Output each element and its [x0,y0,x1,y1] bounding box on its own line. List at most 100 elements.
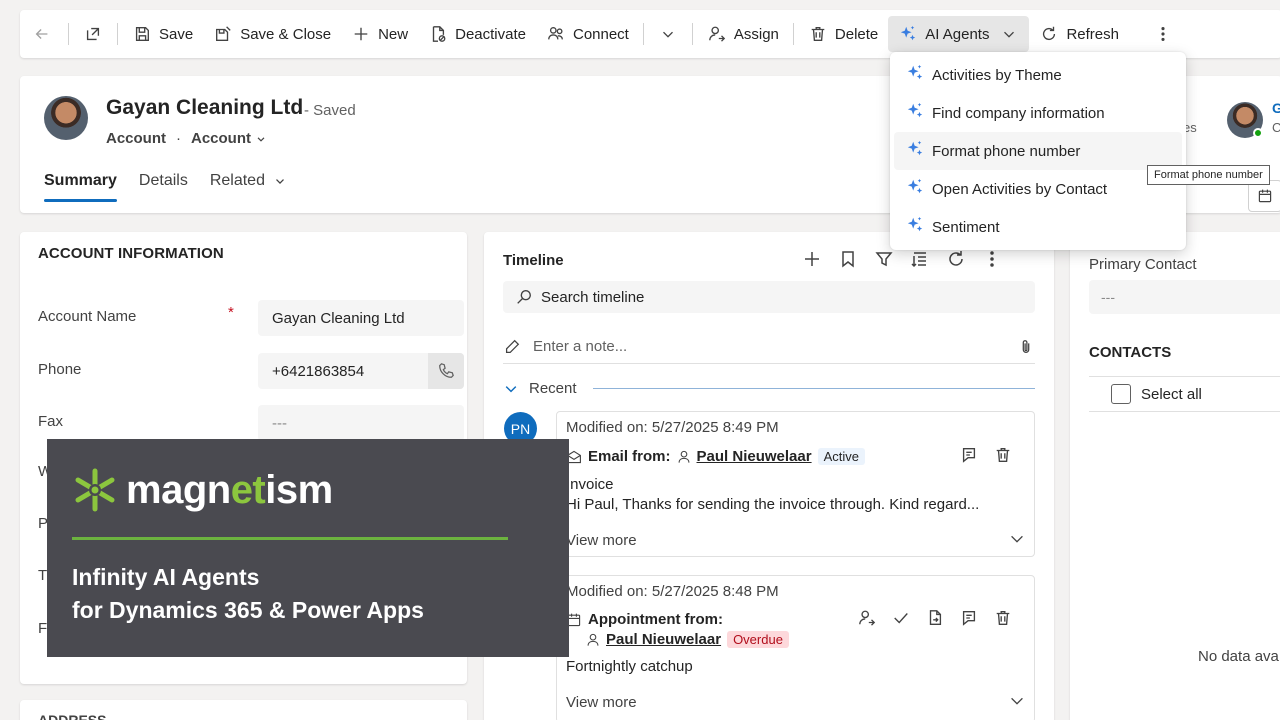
status-badge: Active [817,448,865,465]
record-subtitle: Account · Account [106,130,267,147]
assign-icon[interactable] [858,609,876,632]
delete-label: Delete [834,25,879,43]
note-input[interactable]: Enter a note... [503,330,1035,364]
account-name-input[interactable]: Gayan Cleaning Ltd [258,300,464,336]
entry-type: Appointment from: [588,611,723,628]
more-commands-button[interactable] [1143,16,1183,52]
owner-name-partial[interactable]: G [1272,100,1280,116]
connect-more-button[interactable] [648,16,688,52]
menu-item-sentiment[interactable]: Sentiment [894,208,1182,246]
menu-item-label: Format phone number [932,142,1081,160]
field-label: Fax [38,413,64,430]
chevron-down-icon[interactable] [1008,692,1026,715]
timeline-entry[interactable]: Modified on: 5/27/2025 8:49 PM Email fro… [556,411,1035,557]
tab-related[interactable]: Related [210,172,287,202]
save-button[interactable]: Save [122,16,203,52]
menu-item-label: Open Activities by Contact [932,180,1108,198]
connect-button[interactable]: Connect [536,16,639,52]
entry-from: Email from: Paul Nieuwelaar Active [566,448,865,465]
separator [117,23,118,45]
menu-item-find-company-information[interactable]: Find company information [894,94,1182,132]
tab-summary[interactable]: Summary [44,172,117,202]
menu-item-format-phone-number[interactable]: Format phone number [894,132,1182,170]
timeline-entry[interactable]: Modified on: 5/27/2025 8:48 PM Appointme… [556,575,1035,720]
promo-divider [72,537,508,540]
phone-icon [439,363,454,378]
menu-item-activities-by-theme[interactable]: Activities by Theme [894,56,1182,94]
refresh-icon[interactable] [946,249,966,274]
entry-from: Appointment from: [566,611,723,628]
separator-dot: · [176,130,181,147]
menu-item-label: Find company information [932,104,1105,122]
separator [792,23,794,45]
select-all-row[interactable]: Select all [1089,376,1280,412]
attachment-icon[interactable] [1017,338,1035,356]
person-link[interactable]: Paul Nieuwelaar [697,448,812,465]
primary-contact-input[interactable]: --- [1089,280,1280,314]
back-button[interactable] [20,16,64,52]
plus-icon [351,24,371,44]
tab-details[interactable]: Details [139,172,188,202]
modified-date: Modified on: 5/27/2025 8:48 PM [566,583,779,600]
select-all-label: Select all [1141,385,1202,403]
bookmark-icon[interactable] [838,249,858,274]
timeline-title: Timeline [503,252,564,269]
tab-related-label: Related [209,172,265,189]
menu-item-label: Activities by Theme [932,66,1062,84]
chevron-down-icon [999,24,1019,44]
chevron-down-icon [257,136,265,142]
trash-icon[interactable] [994,446,1012,469]
save-close-button[interactable]: Save & Close [203,16,341,52]
new-button[interactable]: New [341,16,418,52]
timeline-toolbar [802,249,1002,274]
more-vertical-icon[interactable] [982,249,1002,274]
add-icon[interactable] [802,249,822,274]
assign-button[interactable]: Assign [697,16,789,52]
timeline-panel: Timeline Search timeline Enter a note...… [484,232,1054,720]
promo-headline: Infinity AI Agents [72,564,260,590]
form-selector[interactable]: Account [191,130,267,147]
menu-item-open-activities-by-contact[interactable]: Open Activities by Contact [894,170,1182,208]
sparkle-icon [906,178,924,200]
refresh-button[interactable]: Refresh [1029,16,1129,52]
open-new-window-button[interactable] [73,16,113,52]
calendar-icon [1258,189,1272,203]
magnetism-logo: magnetism [72,467,333,513]
fax-input[interactable]: --- [258,405,464,441]
recent-label: Recent [529,380,577,397]
separator [691,23,693,45]
asterisk-logo-icon [75,468,115,512]
ai-agents-button[interactable]: AI Agents [888,16,1030,52]
entry-subject: Invoice [566,476,614,493]
phone-value: +6421863854 [272,363,365,380]
sort-icon[interactable] [910,249,930,274]
convert-icon[interactable] [926,609,944,632]
arrow-left-icon [32,24,52,44]
more-vertical-icon [1153,24,1173,44]
delete-button[interactable]: Delete [798,16,888,52]
view-more-link[interactable]: View more [566,694,637,711]
presence-indicator [1253,128,1263,138]
view-more-link[interactable]: View more [566,532,637,549]
filter-icon[interactable] [874,249,894,274]
status-badge: Overdue [727,631,789,648]
deactivate-button[interactable]: Deactivate [418,16,536,52]
recent-group-header[interactable]: Recent [503,380,1035,397]
chevron-down-icon[interactable] [1008,530,1026,553]
open-record-icon[interactable] [960,446,978,469]
trash-icon[interactable] [994,609,1012,632]
call-button[interactable] [428,353,464,389]
logo-wordmark: magnetism [126,467,333,512]
sparkle-icon [906,102,924,124]
phone-input[interactable]: +6421863854 [258,353,464,389]
sparkle-icon [906,140,924,162]
open-record-icon[interactable] [960,609,978,632]
chevron-down-icon [505,385,517,392]
select-all-checkbox[interactable] [1111,384,1131,404]
save-label: Save [159,25,194,43]
promo-banner: magnetism Infinity AI Agents for Dynamic… [47,439,569,657]
timeline-search-input[interactable]: Search timeline [503,281,1035,313]
person-link[interactable]: Paul Nieuwelaar [606,631,721,648]
checkmark-icon[interactable] [892,609,910,632]
separator [68,23,69,45]
